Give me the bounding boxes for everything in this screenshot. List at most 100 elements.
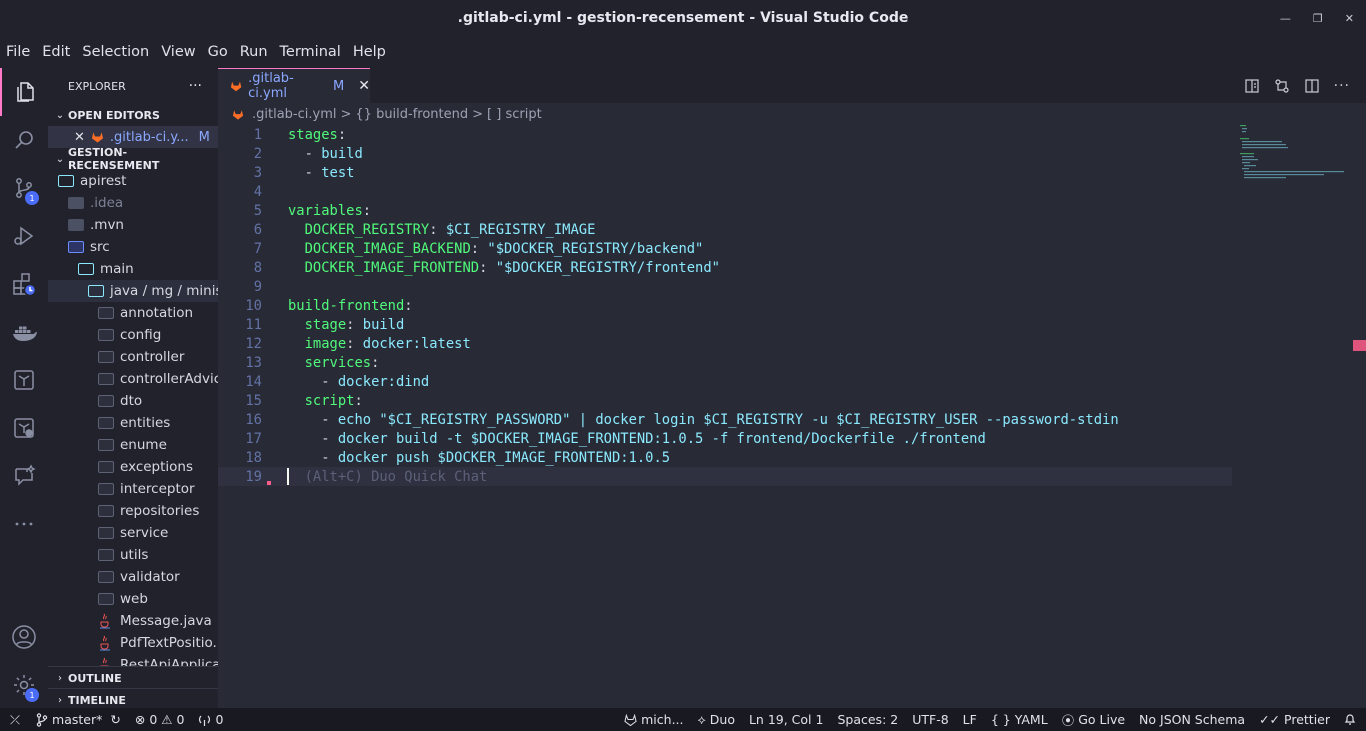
tree-folder[interactable]: java / mg / minist... <box>48 280 218 302</box>
open-editor-item[interactable]: ✕ .gitlab-ci.y... M <box>48 126 218 148</box>
manage-activity[interactable]: 1 <box>0 661 48 709</box>
menu-edit[interactable]: Edit <box>42 44 70 60</box>
run-debug-activity[interactable] <box>0 212 48 260</box>
status-encoding[interactable]: UTF-8 <box>912 712 948 727</box>
remote-indicator[interactable]: ⤫ <box>0 712 20 728</box>
code-line[interactable]: 5 variables: <box>218 201 1232 220</box>
tree-folder[interactable]: entities <box>48 412 218 434</box>
menu-view[interactable]: View <box>161 44 195 60</box>
status-duo[interactable]: ⟡ Duo <box>698 712 735 728</box>
status-cursor-position[interactable]: Ln 19, Col 1 <box>749 712 824 727</box>
explorer-more-button[interactable]: ··· <box>189 78 202 94</box>
more-actions-icon[interactable]: ··· <box>1334 78 1350 94</box>
source-control-activity[interactable]: 1 <box>0 164 48 212</box>
outline-section[interactable]: › OUTLINE <box>48 666 218 688</box>
code-line[interactable]: 3 - test <box>218 163 1232 182</box>
tree-folder[interactable]: controller <box>48 346 218 368</box>
code-line[interactable]: 6 DOCKER_REGISTRY: $CI_REGISTRY_IMAGE <box>218 220 1232 239</box>
status-json-schema[interactable]: No JSON Schema <box>1139 712 1245 727</box>
close-editor-icon[interactable]: ✕ <box>74 130 85 145</box>
status-eol[interactable]: LF <box>963 712 977 727</box>
status-language[interactable]: { } YAML <box>991 712 1048 727</box>
code-line[interactable]: 15 script: <box>218 391 1232 410</box>
code-line[interactable]: 17 - docker build -t $DOCKER_IMAGE_FRONT… <box>218 429 1232 448</box>
breadcrumb-file[interactable]: .gitlab-ci.yml <box>252 107 336 122</box>
code-line[interactable]: 9 <box>218 277 1232 296</box>
tree-folder[interactable]: utils <box>48 544 218 566</box>
code-line[interactable]: 14 - docker:dind <box>218 372 1232 391</box>
tree-folder[interactable]: .idea <box>48 192 218 214</box>
tree-folder[interactable]: enume <box>48 434 218 456</box>
chat-activity[interactable] <box>0 452 48 500</box>
tree-folder[interactable]: interceptor <box>48 478 218 500</box>
code-editor[interactable]: 1 stages: 2 - build 3 - test 4 5 variables: 6 D… <box>218 125 1232 486</box>
tree-folder[interactable]: annotation <box>48 302 218 324</box>
breadcrumb-symbol[interactable]: {} build-frontend <box>355 107 468 122</box>
compare-changes-icon[interactable] <box>1274 78 1290 94</box>
code-line[interactable]: 19 (Alt+C) Duo Quick Chat <box>218 467 1232 486</box>
code-line[interactable]: 2 - build <box>218 144 1232 163</box>
remote-activity[interactable] <box>0 404 48 452</box>
tab-gitlab-ci[interactable]: .gitlab-ci.yml M ✕ <box>218 68 370 103</box>
notifications-button[interactable] <box>1344 713 1356 726</box>
tree-folder[interactable]: repositories <box>48 500 218 522</box>
menu-run[interactable]: Run <box>240 44 268 60</box>
status-indentation[interactable]: Spaces: 2 <box>837 712 898 727</box>
scrollbar-marker[interactable] <box>1353 340 1366 351</box>
code-line[interactable]: 11 stage: build <box>218 315 1232 334</box>
branch-indicator[interactable]: master* ↻ <box>36 712 121 727</box>
line-number: 19 <box>245 468 262 485</box>
tree-folder[interactable]: dto <box>48 390 218 412</box>
tree-folder[interactable]: service <box>48 522 218 544</box>
code-line[interactable]: 16 - echo "$CI_REGISTRY_PASSWORD" | dock… <box>218 410 1232 429</box>
restore-button[interactable]: ❐ <box>1313 12 1323 25</box>
ports-indicator[interactable]: 0 <box>198 712 223 727</box>
terraform-activity[interactable] <box>0 356 48 404</box>
account-activity[interactable] <box>0 613 48 661</box>
code-line[interactable]: 7 DOCKER_IMAGE_BACKEND: "$DOCKER_REGISTR… <box>218 239 1232 258</box>
problems-indicator[interactable]: ⊗ 0 ⚠ 0 <box>135 712 185 727</box>
search-activity[interactable] <box>0 116 48 164</box>
project-header[interactable]: ⌄ GESTION-RECENSEMENT <box>48 146 218 172</box>
code-line[interactable]: 8 DOCKER_IMAGE_FRONTEND: "$DOCKER_REGIST… <box>218 258 1232 277</box>
code-line[interactable]: 12 image: docker:latest <box>218 334 1232 353</box>
tree-file[interactable]: PdfTextPositio... <box>48 632 218 654</box>
timeline-section[interactable]: › TIMELINE <box>48 688 218 708</box>
close-window-button[interactable]: ✕ <box>1345 12 1354 25</box>
open-preview-icon[interactable] <box>1244 78 1260 94</box>
tree-folder[interactable]: apirest <box>48 170 218 192</box>
sync-icon[interactable]: ↻ <box>110 712 120 727</box>
explorer-activity[interactable] <box>0 68 48 116</box>
tree-folder[interactable]: main <box>48 258 218 280</box>
status-go-live[interactable]: ⦿ Go Live <box>1062 710 1125 729</box>
code-line[interactable]: 4 <box>218 182 1232 201</box>
menu-go[interactable]: Go <box>208 44 228 60</box>
code-line[interactable]: 1 stages: <box>218 125 1232 144</box>
tree-folder[interactable]: .mvn <box>48 214 218 236</box>
tree-folder[interactable]: exceptions <box>48 456 218 478</box>
docker-activity[interactable] <box>0 308 48 356</box>
status-prettier[interactable]: ✓✓ Prettier <box>1259 712 1330 727</box>
code-line[interactable]: 13 services: <box>218 353 1232 372</box>
breadcrumb-script[interactable]: [ ] script <box>487 107 542 122</box>
extensions-activity[interactable] <box>0 260 48 308</box>
tree-folder[interactable]: src <box>48 236 218 258</box>
code-line[interactable]: 18 - docker push $DOCKER_IMAGE_FRONTEND:… <box>218 448 1232 467</box>
tree-folder[interactable]: controllerAdvice <box>48 368 218 390</box>
menu-file[interactable]: File <box>6 44 30 60</box>
tree-folder[interactable]: validator <box>48 566 218 588</box>
close-tab-icon[interactable]: ✕ <box>358 78 370 94</box>
tree-file[interactable]: Message.java <box>48 610 218 632</box>
open-editors-header[interactable]: ⌄ OPEN EDITORS <box>48 104 218 126</box>
menu-help[interactable]: Help <box>353 44 386 60</box>
split-editor-icon[interactable] <box>1304 78 1320 94</box>
tree-folder[interactable]: web <box>48 588 218 610</box>
tree-folder[interactable]: config <box>48 324 218 346</box>
status-account[interactable]: mich... <box>624 712 684 727</box>
minimize-button[interactable]: — <box>1280 12 1291 25</box>
more-activity[interactable] <box>0 500 48 548</box>
menu-terminal[interactable]: Terminal <box>280 44 341 60</box>
code-line[interactable]: 10 build-frontend: <box>218 296 1232 315</box>
minimap[interactable] <box>1236 125 1354 185</box>
menu-selection[interactable]: Selection <box>82 44 149 60</box>
